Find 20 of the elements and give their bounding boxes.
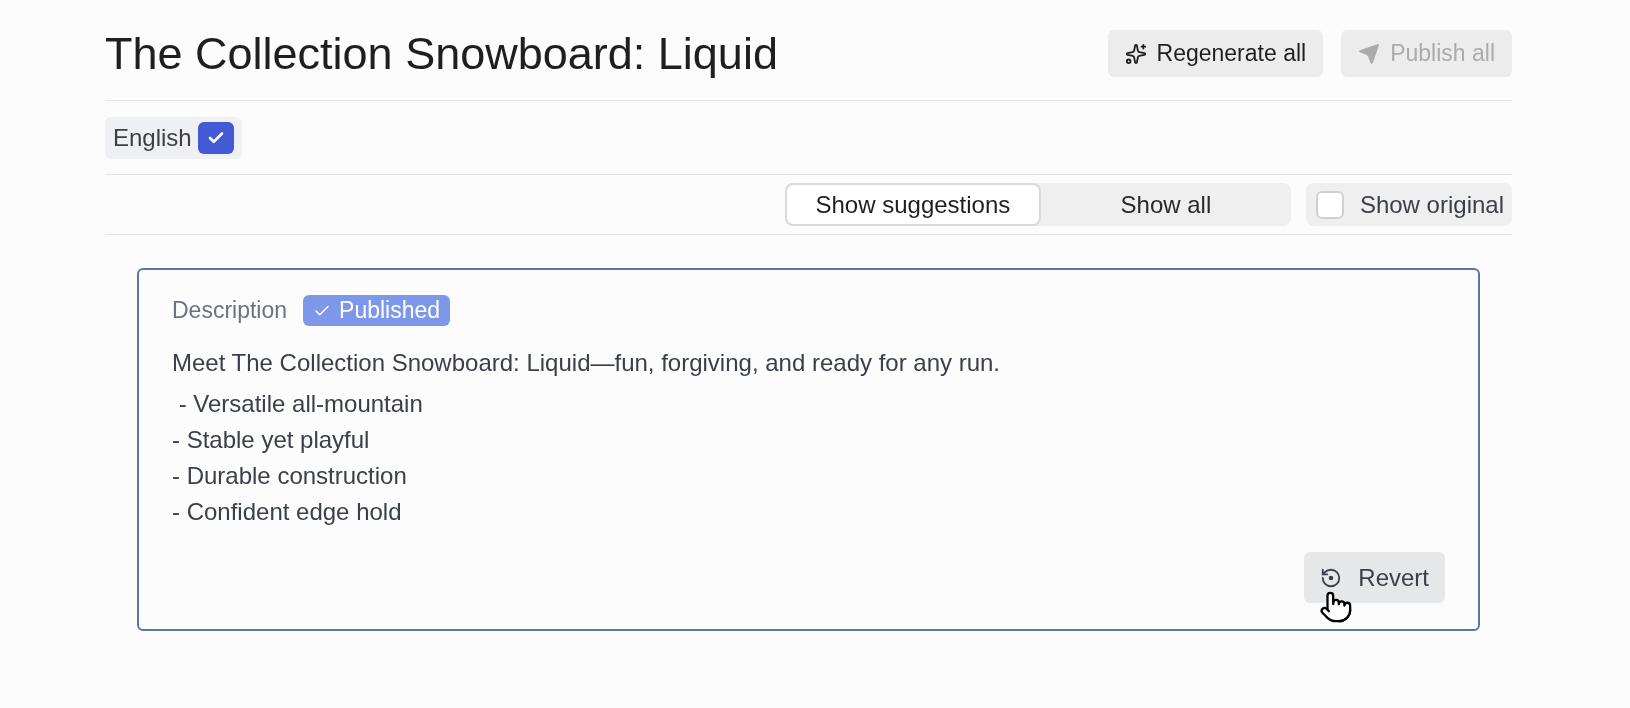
- revert-button[interactable]: Revert: [1304, 552, 1445, 603]
- sparkles-icon: [1124, 42, 1147, 65]
- feature-line: - Durable construction: [172, 461, 408, 491]
- checkbox-icon[interactable]: [197, 122, 234, 154]
- feature-line: - Confident edge hold: [172, 497, 403, 527]
- paper-plane-icon: [1358, 42, 1381, 65]
- regenerate-all-button[interactable]: Regenerate all: [1107, 30, 1324, 77]
- description-intro: Meet The Collection Snowboard: Liquid—fun, forgiving, and ready for any run.: [172, 348, 1002, 378]
- feature-line: - Stable yet playful: [172, 425, 371, 455]
- page-title: The Collection Snowboard: Liquid: [105, 31, 778, 76]
- checkbox-icon[interactable]: [1315, 190, 1344, 219]
- view-toggle-option[interactable]: Show suggestions: [784, 183, 1041, 226]
- field-label: Description: [172, 296, 288, 326]
- feature-line: - Versatile all-mountain: [177, 389, 424, 419]
- revert-icon: [1320, 566, 1343, 589]
- show-original-toggle[interactable]: Show original: [1305, 183, 1512, 226]
- language-label: English: [113, 123, 192, 153]
- status-badge: Published: [303, 295, 451, 326]
- view-toggle-option[interactable]: Show all: [1040, 183, 1291, 226]
- language-chip[interactable]: English: [105, 117, 242, 159]
